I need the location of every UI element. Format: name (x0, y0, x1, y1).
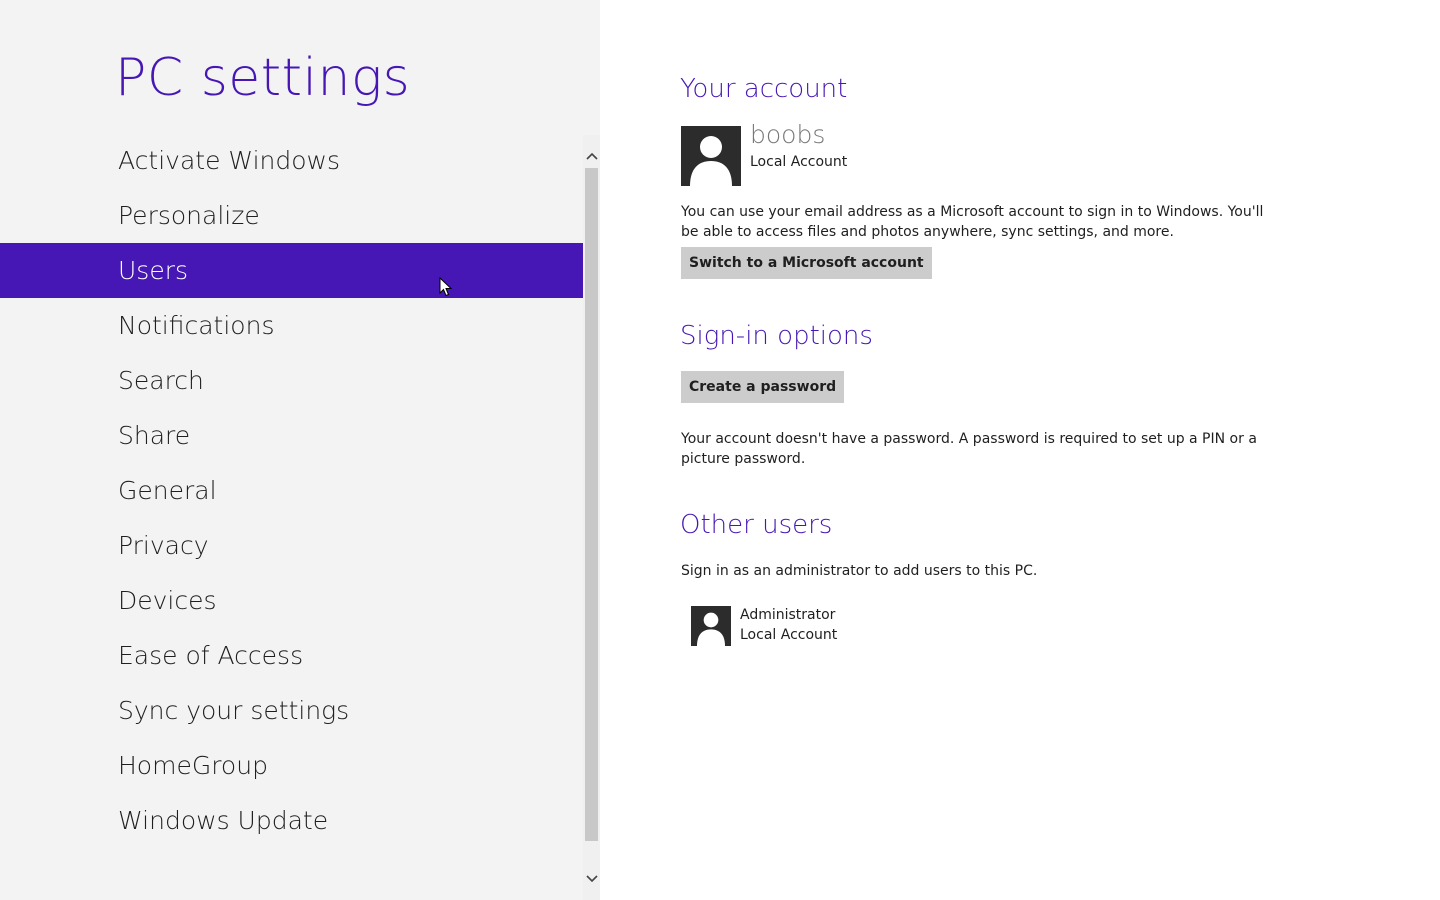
nav-item-share[interactable]: Share (0, 408, 584, 463)
nav-item-windows-update[interactable]: Windows Update (0, 793, 584, 848)
other-user-name: Administrator (740, 607, 836, 623)
chevron-up-icon[interactable] (583, 145, 600, 167)
nav-item-search[interactable]: Search (0, 353, 584, 408)
other-users-description: Sign in as an administrator to add users… (681, 563, 1038, 579)
user-silhouette-icon (691, 606, 731, 646)
nav-item-users[interactable]: Users (0, 243, 584, 298)
your-account-heading: Your account (680, 74, 848, 104)
nav-list: Activate Windows Personalize Users Notif… (0, 133, 584, 848)
nav-item-sync-your-settings[interactable]: Sync your settings (0, 683, 584, 738)
password-description: Your account doesn't have a password. A … (681, 431, 1257, 467)
nav-item-privacy[interactable]: Privacy (0, 518, 584, 573)
nav-item-ease-of-access[interactable]: Ease of Access (0, 628, 584, 683)
scroll-thumb[interactable] (585, 168, 598, 841)
create-password-button[interactable]: Create a password (681, 371, 845, 403)
nav-item-activate-windows[interactable]: Activate Windows (0, 133, 584, 188)
nav-pane: PC settings Activate Windows Personalize… (0, 0, 600, 900)
mouse-pointer-icon (439, 277, 453, 297)
sign-in-options-heading: Sign-in options (680, 321, 873, 351)
nav-item-notifications[interactable]: Notifications (0, 298, 584, 353)
nav-item-general[interactable]: General (0, 463, 584, 518)
nav-item-homegroup[interactable]: HomeGroup (0, 738, 584, 793)
user-silhouette-icon (681, 126, 741, 186)
account-type-label: Local Account (750, 154, 848, 170)
account-user-name: boobs (750, 120, 826, 149)
other-users-heading: Other users (680, 510, 833, 540)
nav-scrollbar[interactable] (583, 135, 600, 900)
microsoft-account-description: You can use your email address as a Micr… (681, 204, 1264, 240)
other-user-account-type: Local Account (740, 627, 838, 643)
nav-item-devices[interactable]: Devices (0, 573, 584, 628)
page-title: PC settings (115, 48, 411, 108)
chevron-down-icon[interactable] (583, 868, 600, 890)
nav-item-personalize[interactable]: Personalize (0, 188, 584, 243)
pc-settings-screen: PC settings Activate Windows Personalize… (0, 0, 1440, 900)
switch-to-microsoft-account-button[interactable]: Switch to a Microsoft account (681, 247, 932, 279)
